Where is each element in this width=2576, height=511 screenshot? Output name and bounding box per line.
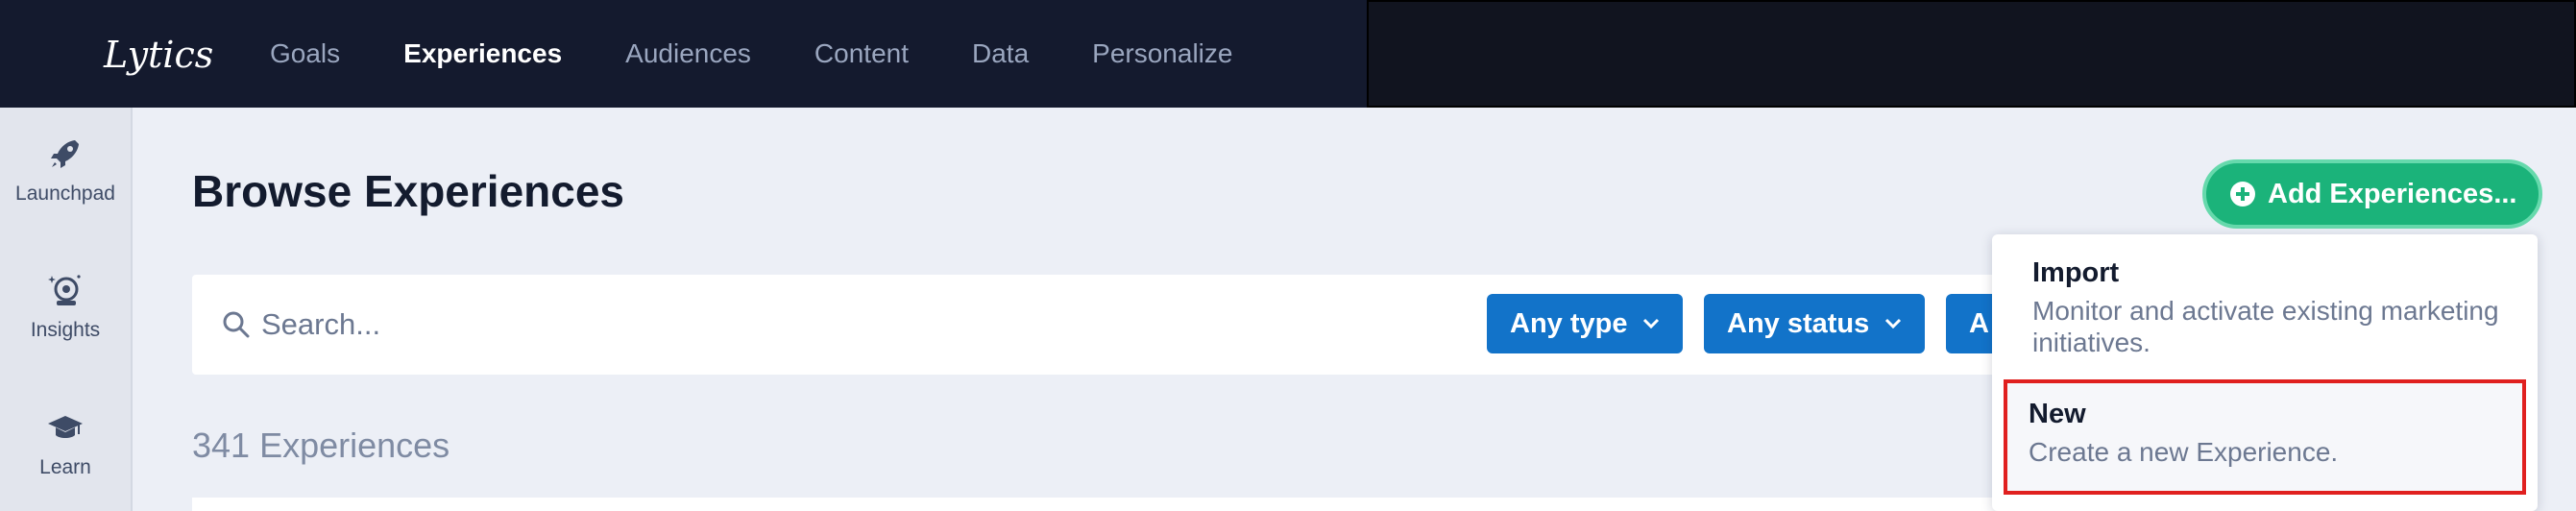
top-navigation-bar: Lytics Goals Experiences Audiences Conte… [0,0,2576,108]
svg-text:Lytics: Lytics [103,34,213,76]
menu-item-title: New [2029,399,2086,429]
search-bar [192,275,2248,375]
nav-content[interactable]: Content [814,38,909,69]
filter-label: Any type [1510,307,1628,339]
search-icon [223,311,250,338]
menu-item-title: Import [2032,257,2120,288]
experience-list [192,498,2248,511]
graduation-cap-icon [48,416,83,438]
menu-item-description: Monitor and activate existing marketing … [2032,296,2499,357]
sidebar-item-label: Learn [39,456,91,478]
sidebar-item-launchpad[interactable]: Launchpad [0,134,131,206]
sidebar-item-label: Insights [30,319,101,341]
nav-goals[interactable]: Goals [270,38,340,69]
filter-status-dropdown[interactable]: Any status [1704,294,1926,353]
sidebar-item-learn[interactable]: Learn [0,408,131,479]
nav-audiences[interactable]: Audiences [625,38,751,69]
filter-label: A [1969,307,1989,339]
chevron-down-icon [1885,318,1902,329]
crystal-ball-icon [48,275,81,305]
redacted-region [1367,0,2576,108]
experience-count: 341 Experiences [192,426,450,465]
add-experiences-button[interactable]: Add Experiences... [2202,159,2542,229]
menu-item-import[interactable]: Import Monitor and activate existing mar… [2004,257,2526,358]
menu-item-description: Create a new Experience. [2029,437,2339,467]
chevron-down-icon [1643,318,1660,329]
filter-label: Any status [1727,307,1870,339]
sidebar-item-insights[interactable]: Insights [0,271,131,342]
page-title: Browse Experiences [192,166,625,216]
rocket-icon [51,140,79,168]
main-nav: Goals Experiences Audiences Content Data… [270,0,1296,108]
add-experiences-label: Add Experiences... [2268,178,2517,209]
lytics-logo[interactable]: Lytics [100,21,215,88]
nav-data[interactable]: Data [972,38,1029,69]
plus-circle-icon [2230,182,2255,207]
nav-personalize[interactable]: Personalize [1092,38,1232,69]
nav-experiences[interactable]: Experiences [403,38,562,69]
menu-item-new[interactable]: New Create a new Experience. [2004,379,2526,495]
filter-type-dropdown[interactable]: Any type [1487,294,1684,353]
sidebar: Launchpad Insights Learn [0,108,133,511]
logo-wordmark: Lytics [103,34,213,76]
add-experiences-menu: Import Monitor and activate existing mar… [1992,234,2538,511]
sidebar-item-label: Launchpad [15,182,115,205]
search-input[interactable] [261,298,934,352]
